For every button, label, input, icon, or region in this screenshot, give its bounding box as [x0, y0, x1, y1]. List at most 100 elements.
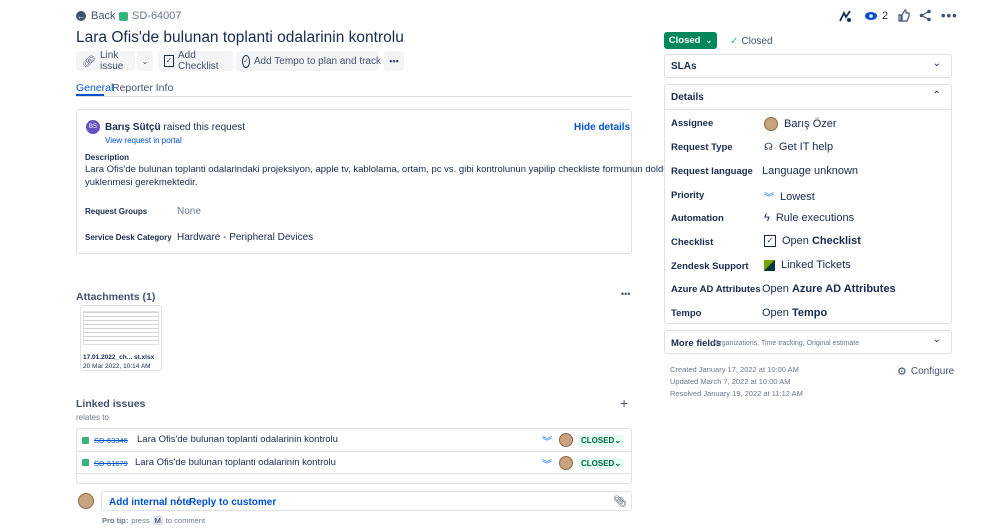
automation-label: Automation [671, 213, 724, 224]
automation-value[interactable]: ϟ Rule executions [764, 212, 854, 224]
assignee-avatar [559, 456, 573, 470]
request-type-label: Request Type [671, 142, 733, 153]
resolved-date: Resolved January 19, 2022 at 11:12 AM [670, 389, 803, 398]
reporter-line: Barış Sütçü raised this request [105, 122, 245, 133]
gear-icon: ⚙ [897, 366, 907, 378]
description-label: Description [85, 153, 130, 162]
request-type-value[interactable]: ☊ Get IT help [764, 141, 833, 153]
assignee-label: Assignee [671, 118, 714, 129]
eye-icon [865, 12, 877, 20]
hide-details-link[interactable]: Hide details [574, 122, 630, 133]
priority-lowest-icon: ︾ [764, 193, 774, 204]
avatar-icon [764, 117, 778, 131]
tempo-icon: ✓ [242, 54, 250, 68]
more-actions-icon[interactable]: ••• [941, 8, 958, 23]
linked-issue-row[interactable]: SD-61679 Lara Ofis'de bulunan toplanti o… [77, 451, 631, 474]
add-checklist-label: Add Checklist [178, 50, 219, 72]
attachments-more-icon[interactable]: ••• [621, 289, 630, 299]
link-issue-dropdown[interactable]: ⌄ [137, 51, 153, 71]
toolbar-more-button[interactable]: ••• [384, 51, 404, 71]
linked-issue-summary[interactable]: Lara Ofis'de bulunan toplanti odalarinin… [137, 434, 338, 445]
more-fields-panel[interactable]: More fields Organizations, Time tracking… [664, 330, 952, 354]
relation-label: relates to [76, 413, 109, 422]
linked-issue-key[interactable]: SD-61679 [94, 459, 128, 468]
link-issue-button[interactable]: 🔗︎ Link issue [76, 50, 135, 72]
spreadsheet-thumbnail [83, 311, 159, 345]
linked-issue-key[interactable]: SD-63346 [94, 436, 128, 445]
priority-lowest-icon: ︾ [542, 437, 552, 448]
pro-tip: Pro tip: press M to comment [102, 516, 205, 525]
assignee-avatar [559, 433, 573, 447]
assignee-name: Barış Özer [784, 118, 837, 130]
chevron-down-icon: ⌄ [932, 334, 941, 345]
attachment-clip-icon[interactable]: 📎︎ [613, 495, 627, 508]
headset-icon: ☊ [764, 141, 773, 153]
attachment-card[interactable]: 17.01.2022_ch... st.xlsx 20 Mar 2022, 10… [80, 305, 162, 371]
details-heading: Details [671, 92, 704, 103]
slas-panel[interactable]: SLAs ⌄ [664, 54, 952, 78]
check-icon: ✓ [730, 36, 739, 47]
status-transition-button[interactable]: Closed ⌄ [664, 32, 717, 49]
tabs-divider [76, 96, 632, 97]
status-lozenge[interactable]: CLOSED⌄ [578, 435, 625, 446]
issue-key: SD-64007 [132, 10, 182, 22]
reporter-name[interactable]: Barış Sütçü [105, 122, 161, 133]
keyboard-key: M [152, 516, 163, 525]
zendesk-label: Zendesk Support [671, 261, 749, 272]
status-lozenge[interactable]: CLOSED⌄ [578, 458, 625, 469]
resolution-status: ✓ Closed [730, 36, 773, 47]
service-request-icon [119, 11, 128, 21]
chevron-down-icon: ⌄ [705, 36, 713, 45]
add-linked-issue-icon[interactable]: + [620, 395, 628, 411]
request-groups-value[interactable]: None [177, 206, 201, 217]
description-line-1: Lara Ofis'de bulunan toplanti odalarinda… [85, 164, 730, 175]
status-button-label: Closed [668, 35, 701, 46]
pro-tip-press: press [131, 516, 150, 525]
configure-button[interactable]: ⚙ Configure [897, 365, 954, 378]
request-type-name: Get IT help [778, 141, 834, 153]
feedback-icon[interactable] [838, 9, 852, 28]
updated-date: Updated March 7, 2022 at 10:00 AM [670, 377, 791, 386]
checklist-value[interactable]: ✓ Open Checklist [764, 235, 861, 247]
share-icon[interactable] [919, 9, 932, 27]
priority-name: Lowest [780, 190, 815, 203]
tab-reporter-info[interactable]: Reporter Info [112, 82, 173, 94]
assignee-value[interactable]: Barış Özer [764, 117, 837, 131]
watch-button[interactable]: 2 [864, 9, 888, 23]
attachment-date: 20 Mar 2022, 10:14 AM [83, 363, 151, 370]
category-label: Service Desk Category [85, 233, 172, 242]
breadcrumb-issue-key[interactable]: SD-64007 [119, 10, 182, 22]
azure-value[interactable]: Open Azure AD Attributes [762, 283, 896, 295]
service-request-icon [82, 437, 89, 444]
checklist-open: Open [782, 235, 809, 247]
add-checklist-button[interactable]: ✓ Add Checklist [158, 50, 233, 72]
back-label: Back [91, 10, 116, 22]
thumbs-up-icon[interactable] [897, 9, 910, 27]
back-arrow-icon: ← [76, 11, 86, 21]
view-portal-link[interactable]: View request in portal [105, 136, 182, 145]
linked-issue-row[interactable]: SD-63346 Lara Ofis'de bulunan toplanti o… [77, 429, 631, 452]
pro-tip-to-comment: to comment [165, 516, 206, 525]
linked-issues-heading: Linked issues [76, 398, 146, 410]
back-link[interactable]: ← Back [76, 10, 115, 22]
zendesk-link: Linked Tickets [781, 259, 851, 271]
category-value[interactable]: Hardware - Peripheral Devices [177, 232, 313, 243]
slas-heading: SLAs [671, 61, 697, 72]
tempo-value[interactable]: Open Tempo [762, 307, 827, 319]
reply-to-customer-button[interactable]: Reply to customer [189, 497, 276, 508]
add-tempo-label: Add Tempo to plan and track time [253, 55, 403, 67]
details-header[interactable]: Details ⌃ [665, 85, 951, 110]
add-tempo-button[interactable]: ✓ Add Tempo to plan and track time [236, 51, 403, 71]
chevron-down-icon: ⌄ [141, 56, 149, 66]
chevron-down-icon: ⌄ [932, 58, 941, 69]
tempo-link: Tempo [791, 307, 828, 319]
linked-issue-summary[interactable]: Lara Ofis'de bulunan toplanti odalarinin… [135, 457, 336, 468]
issue-title[interactable]: Lara Ofis'de bulunan toplanti odalarinin… [76, 29, 404, 47]
link-issue-label: Link issue [99, 50, 124, 72]
zendesk-value[interactable]: Linked Tickets [764, 259, 851, 271]
request-language-value[interactable]: Language unknown [762, 165, 858, 177]
tab-general[interactable]: General [76, 82, 113, 94]
chevron-up-icon: ⌃ [932, 90, 941, 101]
priority-value[interactable]: ︾ Lowest [764, 189, 815, 205]
checklist-label: Checklist [671, 237, 714, 248]
